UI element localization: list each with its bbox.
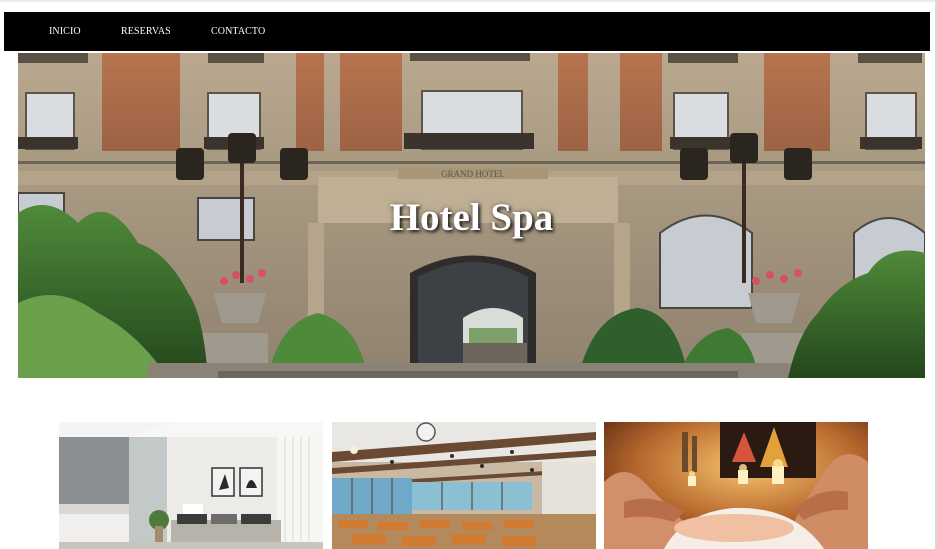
- restaurant-image: [332, 422, 596, 549]
- hero-banner: GRAND HOTEL Hotel Spa: [18, 53, 925, 378]
- hero-title: Hotel Spa: [389, 196, 554, 239]
- bedroom-image: [59, 422, 323, 549]
- grand-hotel-sign: GRAND HOTEL: [441, 169, 505, 179]
- nav-reservas-link[interactable]: RESERVAS: [121, 12, 171, 51]
- nav-contacto-link[interactable]: CONTACTO: [211, 12, 265, 51]
- top-border: [0, 0, 937, 2]
- spa-massage-image: [604, 422, 868, 549]
- main-navbar: INICIO RESERVAS CONTACTO: [4, 12, 930, 51]
- nav-inicio-link[interactable]: INICIO: [49, 12, 81, 51]
